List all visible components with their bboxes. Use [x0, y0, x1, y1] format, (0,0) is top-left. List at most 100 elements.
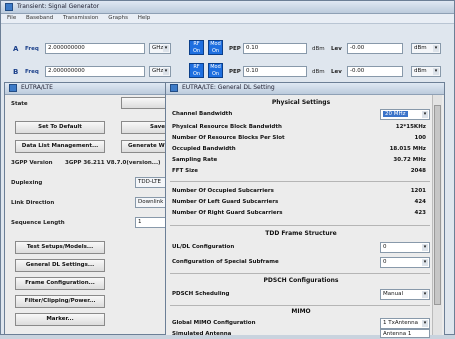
- menu-baseband[interactable]: Baseband: [26, 15, 53, 21]
- path-a-lev-input[interactable]: -0.00: [347, 43, 403, 54]
- menu-transmission[interactable]: Transmission: [63, 15, 99, 21]
- special-subframe-select[interactable]: 0 ▾: [380, 257, 430, 268]
- right-guard-value: 423: [414, 210, 426, 216]
- physical-settings-header: Physical Settings: [271, 99, 331, 106]
- uldl-configuration-select[interactable]: 0 ▾: [380, 242, 430, 253]
- occupied-subcarriers-value: 1201: [410, 188, 426, 194]
- path-b-lev-unit-value: dBm: [414, 68, 427, 74]
- global-mimo-select[interactable]: 1 TxAntenna ▾: [380, 318, 430, 329]
- dl-settings-panel: Physical Settings Channel Bandwidth 20 M…: [166, 95, 444, 338]
- path-b-rf-on-label: RF On: [192, 64, 201, 77]
- sampling-rate-row: Sampling Rate 30.72 MHz: [172, 156, 430, 165]
- sampling-rate-label: Sampling Rate: [172, 157, 218, 163]
- menu-file[interactable]: File: [7, 15, 16, 21]
- occupied-bandwidth-label: Occupied Bandwidth: [172, 146, 236, 152]
- resource-blocks-row: Number Of Resource Blocks Per Slot 100: [172, 134, 430, 143]
- 3gpp-version-label: 3GPP Version: [11, 160, 53, 166]
- special-subframe-value: 0: [383, 259, 387, 265]
- pdsch-scheduling-select[interactable]: Manual ▾: [380, 289, 430, 300]
- channel-bandwidth-label: Channel Bandwidth: [172, 111, 233, 117]
- path-b-freq-input[interactable]: 2.000000000: [45, 66, 145, 77]
- eutra-window-title: EUTRA/LTE: [21, 84, 53, 91]
- data-list-management-button[interactable]: Data List Management...: [15, 140, 105, 153]
- duplexing-value: TDD-LTE: [138, 179, 161, 185]
- test-setups-models-button[interactable]: Test Setups/Models...: [15, 241, 105, 254]
- right-guard-row: Number Of Right Guard Subcarriers 423: [172, 209, 430, 218]
- pdsch-scheduling-value: Manual: [383, 291, 403, 297]
- simulated-antenna-label: Simulated Antenna: [172, 331, 232, 337]
- special-subframe-label: Configuration of Special Subframe: [172, 259, 279, 265]
- simulated-antenna-value: Antenna 1: [383, 331, 412, 337]
- path-a-lev-label: Lev: [331, 46, 342, 52]
- fft-size-value: 2048: [410, 168, 426, 174]
- path-b-mod-on-label: Mod On: [210, 64, 221, 77]
- dl-window-title: EUTRA/LTE: General DL Setting: [182, 84, 275, 91]
- path-b-lev-input[interactable]: -0.00: [347, 66, 403, 77]
- pdsch-scheduling-label: PDSCH Scheduling: [172, 291, 230, 297]
- sequence-length-label: Sequence Length: [11, 220, 65, 226]
- scrollbar-thumb[interactable]: [434, 105, 441, 305]
- path-a-rf-on-button[interactable]: RF On: [189, 40, 204, 55]
- chevron-down-icon: ▾: [163, 45, 169, 52]
- mimo-header: MIMO: [291, 308, 311, 315]
- left-guard-value: 424: [414, 199, 426, 205]
- path-a-pep-label: PEP: [229, 46, 241, 52]
- path-a-mod-on-label: Mod On: [210, 41, 221, 54]
- app-icon: [170, 84, 178, 92]
- general-dl-setting-window: EUTRA/LTE: General DL Setting Physical S…: [165, 82, 445, 338]
- 3gpp-version-value: 3GPP 36.211 V8.7.0(version...): [65, 160, 161, 166]
- path-a-lev-unit-value: dBm: [414, 45, 427, 51]
- path-a-freq-input[interactable]: 2.000000000: [45, 43, 145, 54]
- prb-bandwidth-value: 12*15KHz: [395, 124, 426, 130]
- app-icon: [5, 3, 13, 11]
- link-direction-value: Downlink: [138, 199, 164, 205]
- general-dl-settings-button[interactable]: General DL Settings...: [15, 259, 105, 272]
- path-a-freq-unit[interactable]: GHz ▾: [149, 43, 171, 54]
- chevron-down-icon: ▾: [422, 259, 428, 266]
- path-a-mod-on-button[interactable]: Mod On: [208, 40, 223, 55]
- simulated-antenna-select[interactable]: Antenna 1: [380, 329, 430, 338]
- divider: [170, 181, 430, 182]
- occupied-subcarriers-row: Number Of Occupied Subcarriers 1201: [172, 187, 430, 196]
- path-b-freq-unit-value: GHz: [152, 68, 164, 74]
- path-b-pep-value: 0.10: [243, 66, 307, 77]
- set-to-default-button[interactable]: Set To Default: [15, 121, 105, 134]
- occupied-bandwidth-row: Occupied Bandwidth 18.015 MHz: [172, 145, 430, 154]
- path-b-lev-unit[interactable]: dBm ▾: [411, 66, 441, 77]
- left-guard-row: Number Of Left Guard Subcarriers 424: [172, 198, 430, 207]
- frame-configuration-button[interactable]: Frame Configuration...: [15, 277, 105, 290]
- filter-clipping-power-button[interactable]: Filter/Clipping/Power...: [15, 295, 105, 308]
- dl-titlebar: EUTRA/LTE: General DL Setting: [166, 83, 444, 95]
- menu-graphs[interactable]: Graphs: [108, 15, 128, 21]
- chevron-down-icon: ▾: [433, 68, 439, 75]
- app-icon: [9, 84, 17, 92]
- chevron-down-icon: ▾: [422, 320, 428, 327]
- marker-button[interactable]: Marker...: [15, 313, 105, 326]
- path-b-lev-label: Lev: [331, 69, 342, 75]
- path-b-freq-label: Freq: [25, 69, 39, 75]
- channel-bandwidth-value: 20 MHz: [383, 111, 408, 117]
- path-b-freq-unit[interactable]: GHz ▾: [149, 66, 171, 77]
- prb-bandwidth-row: Physical Resource Block Bandwidth 12*15K…: [172, 123, 430, 132]
- state-label: State: [11, 101, 28, 107]
- divider: [170, 305, 430, 306]
- channel-bandwidth-select[interactable]: 20 MHz ▾: [380, 109, 430, 120]
- path-a-rf-on-label: RF On: [192, 41, 201, 54]
- path-b-mod-on-button[interactable]: Mod On: [208, 63, 223, 78]
- uldl-configuration-label: UL/DL Configuration: [172, 244, 235, 250]
- path-b-pep-label: PEP: [229, 69, 241, 75]
- dl-settings-scrollbar[interactable]: [432, 95, 442, 335]
- resource-blocks-label: Number Of Resource Blocks Per Slot: [172, 135, 285, 141]
- fft-size-row: FFT Size 2048: [172, 167, 430, 176]
- path-a-lev-unit[interactable]: dBm ▾: [411, 43, 441, 54]
- eutra-window: EUTRA/LTE State Set To Default Save Data…: [4, 82, 181, 335]
- uldl-configuration-value: 0: [383, 244, 387, 250]
- path-b-rf-on-button[interactable]: RF On: [189, 63, 204, 78]
- path-a-label: A: [13, 45, 19, 53]
- menu-help[interactable]: Help: [138, 15, 151, 21]
- prb-bandwidth-label: Physical Resource Block Bandwidth: [172, 124, 282, 130]
- resource-blocks-value: 100: [414, 135, 426, 141]
- left-guard-label: Number Of Left Guard Subcarriers: [172, 199, 279, 205]
- path-a-freq-unit-value: GHz: [152, 45, 164, 51]
- occupied-subcarriers-label: Number Of Occupied Subcarriers: [172, 188, 274, 194]
